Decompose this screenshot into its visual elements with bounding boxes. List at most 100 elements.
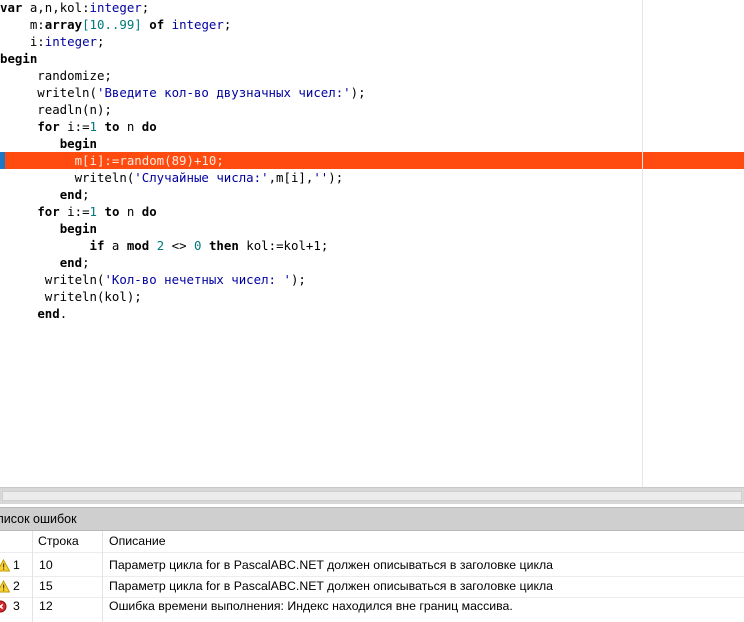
code-line[interactable]: writeln('Кол-во нечетных чисел: '); [0, 271, 306, 288]
code-token: . [59, 306, 68, 321]
code-token: 'Кол-во нечетных чисел: ' [104, 272, 291, 287]
code-token: to [104, 119, 120, 134]
code-token: integer [171, 17, 224, 32]
table-row[interactable]: 3 12 Ошибка времени выполнения: Индекс н… [0, 596, 744, 617]
code-token: n [119, 119, 142, 134]
row-description: Параметр цикла for в PascalABC.NET долже… [109, 558, 553, 572]
code-token: do [141, 119, 157, 134]
code-token: writeln(kol); [0, 289, 142, 304]
code-token: end [37, 306, 60, 321]
code-token: integer [89, 0, 142, 15]
code-line[interactable]: for i:=1 to n do [0, 203, 157, 220]
code-token: m[i]:=random(89)+10; [0, 153, 224, 168]
code-token: writeln( [0, 272, 105, 287]
code-token: end [59, 255, 83, 270]
code-token: a,n,kol: [22, 0, 90, 15]
code-token: 1 [89, 204, 98, 219]
table-row[interactable]: 1 10 Параметр цикла for в PascalABC.NET … [0, 555, 744, 576]
row-number: 1 [13, 558, 20, 572]
right-margin-guide [642, 0, 643, 487]
code-token: end [59, 187, 83, 202]
code-token: [10..99] [82, 17, 142, 32]
code-token: of [149, 17, 165, 32]
code-line[interactable]: for i:=1 to n do [0, 118, 157, 135]
row-divider [0, 552, 744, 553]
scrollbar-thumb[interactable] [2, 491, 742, 501]
code-token: i:= [59, 119, 90, 134]
error-list-title: писок ошибок [0, 512, 77, 526]
row-description: Параметр цикла for в PascalABC.NET долже… [109, 579, 553, 593]
code-line[interactable]: writeln(kol); [0, 288, 142, 305]
table-header-row: Строка Описание [0, 531, 744, 552]
code-token: i:= [59, 204, 90, 219]
code-token: ; [223, 17, 232, 32]
column-divider [102, 531, 103, 622]
code-token: for [37, 204, 60, 219]
row-description: Ошибка времени выполнения: Индекс находи… [109, 599, 513, 613]
row-line: 15 [39, 579, 53, 593]
code-token: for [37, 119, 60, 134]
column-divider [32, 531, 33, 622]
code-token: i: [0, 34, 45, 49]
code-line[interactable]: begin [0, 220, 97, 237]
code-token: 'Введите кол-во двузначных чисел:' [96, 85, 351, 100]
code-token: to [104, 204, 120, 219]
code-token: readln(n); [0, 102, 112, 117]
code-line[interactable]: randomize; [0, 67, 112, 84]
code-line[interactable]: writeln('Случайные числа:',m[i],''); [0, 169, 344, 186]
code-line[interactable]: m:array[10..99] of integer; [0, 16, 231, 33]
code-line[interactable]: if a mod 2 <> 0 then kol:=kol+1; [0, 237, 329, 254]
code-token: ); [328, 170, 344, 185]
code-line[interactable]: end. [0, 305, 67, 322]
code-token: m: [0, 17, 45, 32]
code-token: if [89, 238, 105, 253]
code-token: '' [313, 170, 329, 185]
code-token: randomize; [0, 68, 112, 83]
code-token: then [208, 238, 239, 253]
code-token: integer [44, 34, 97, 49]
code-line-current[interactable]: m[i]:=random(89)+10; [0, 152, 224, 169]
warning-icon [0, 559, 10, 572]
column-header-description[interactable]: Описание [109, 531, 166, 552]
code-token: ; [82, 255, 90, 270]
code-line[interactable]: readln(n); [0, 101, 112, 118]
code-token: do [141, 204, 157, 219]
code-token: ); [290, 272, 306, 287]
code-line[interactable]: begin [0, 135, 97, 152]
code-line[interactable]: end; [0, 186, 90, 203]
code-token: ,m[i], [268, 170, 314, 185]
code-token: array [44, 17, 83, 32]
code-token: begin [59, 136, 97, 151]
code-token: n [119, 204, 142, 219]
row-line: 12 [39, 599, 53, 613]
column-header-line[interactable]: Строка [38, 531, 79, 552]
code-token: ); [350, 85, 366, 100]
code-token: writeln( [0, 85, 97, 100]
code-token: 'Случайные числа:' [134, 170, 269, 185]
code-editor[interactable]: var a,n,kol:integer; m:array[10..99] of … [0, 0, 744, 487]
code-token: 1 [89, 119, 98, 134]
code-token: ; [141, 0, 150, 15]
code-token: ; [96, 34, 105, 49]
row-line: 10 [39, 558, 53, 572]
row-number: 2 [13, 579, 20, 593]
code-line[interactable]: i:integer; [0, 33, 105, 50]
code-token: writeln( [0, 170, 135, 185]
code-line[interactable]: var a,n,kol:integer; [0, 0, 149, 16]
code-token: kol:=kol+1; [238, 238, 329, 253]
code-token: var [0, 0, 23, 15]
error-table: Строка Описание 1 10 Параметр цикла for … [0, 531, 744, 622]
code-line[interactable]: end; [0, 254, 90, 271]
table-row[interactable]: 2 15 Параметр цикла for в PascalABC.NET … [0, 576, 744, 597]
code-line[interactable]: writeln('Введите кол-во двузначных чисел… [0, 84, 366, 101]
code-token: ; [82, 187, 90, 202]
code-line[interactable]: begin [0, 50, 37, 67]
horizontal-scrollbar[interactable] [0, 487, 744, 504]
